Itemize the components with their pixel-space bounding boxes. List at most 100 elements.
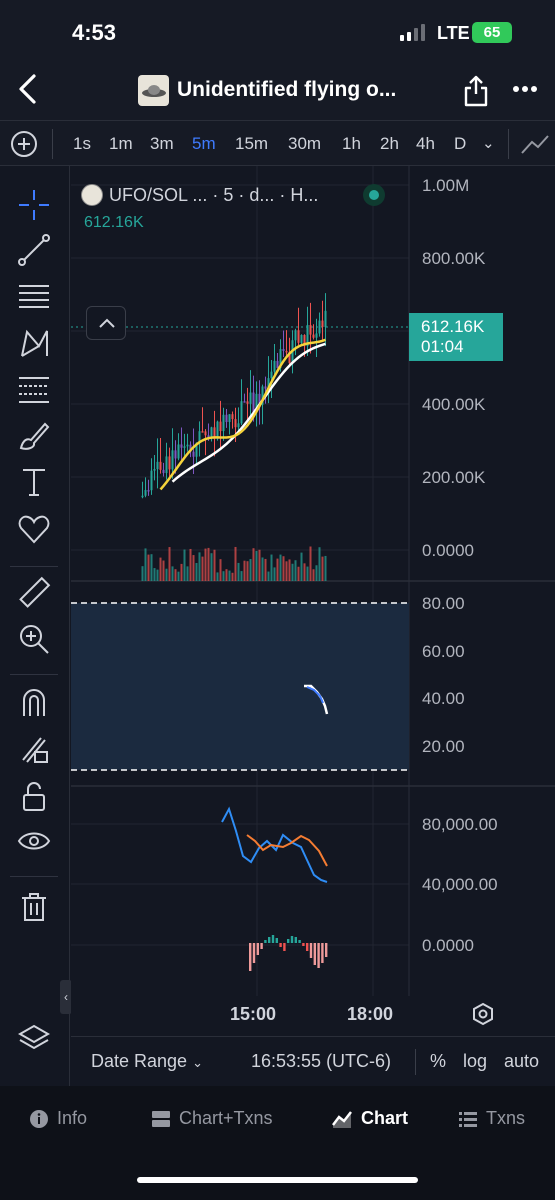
- signal-icon: [400, 24, 425, 41]
- divider: [52, 129, 53, 159]
- crosshair-icon[interactable]: [17, 188, 51, 222]
- layers-icon[interactable]: [17, 1022, 51, 1056]
- horizontal-lines-icon[interactable]: [17, 279, 51, 313]
- rsi-axis-label: 20.00: [422, 737, 465, 756]
- histogram-bar: [294, 937, 297, 943]
- timeframe-1s[interactable]: 1s: [73, 134, 91, 154]
- volume-bar: [279, 554, 282, 581]
- candle-body: [276, 360, 279, 368]
- volume-bar: [222, 571, 225, 581]
- eye-icon[interactable]: [17, 826, 51, 860]
- divider: [415, 1049, 416, 1075]
- brush-icon[interactable]: [17, 418, 51, 452]
- legend-symbol: UFO/SOL ... · 5 · d... · H...: [109, 184, 319, 205]
- share-icon[interactable]: [462, 74, 490, 108]
- split-view-icon: [152, 1110, 170, 1127]
- nav-label: Chart+Txns: [179, 1108, 273, 1128]
- timeframe-bar: 1s 1m 3m 5m 15m 30m 1h 2h 4h D ⌄: [0, 120, 555, 166]
- nav-info[interactable]: Info: [29, 1108, 87, 1129]
- timeframe-1m[interactable]: 1m: [109, 134, 133, 154]
- trash-icon[interactable]: [17, 890, 51, 924]
- token-logo-icon: [138, 75, 169, 106]
- volume-bar: [261, 557, 264, 581]
- histogram-bar: [256, 943, 259, 955]
- timeframe-15m[interactable]: 15m: [235, 134, 268, 154]
- collapse-legend-button[interactable]: [86, 306, 126, 340]
- candle-body: [222, 414, 225, 432]
- histogram-bar: [298, 940, 301, 943]
- divider: [10, 876, 58, 877]
- add-indicator-button[interactable]: [11, 131, 37, 157]
- volume-bar: [198, 552, 201, 581]
- zoom-in-icon[interactable]: [17, 622, 51, 656]
- volume-bar: [291, 563, 294, 581]
- text-tool-icon[interactable]: [17, 465, 51, 499]
- volume-bar: [147, 554, 150, 581]
- pattern-tool-icon[interactable]: [17, 326, 51, 360]
- volume-bar: [213, 549, 216, 581]
- current-time[interactable]: 16:53:55 (UTC-6): [251, 1051, 391, 1072]
- date-range-dropdown[interactable]: Date Range ⌄: [91, 1051, 203, 1072]
- chart-legend[interactable]: UFO/SOL ... · 5 · d... · H...: [81, 184, 318, 206]
- nav-chart[interactable]: Chart: [331, 1108, 408, 1129]
- histogram-bar: [268, 937, 271, 943]
- chevron-down-icon[interactable]: ⌄: [482, 134, 495, 152]
- divider: [10, 674, 58, 675]
- timeframe-d[interactable]: D: [454, 134, 466, 154]
- line-chart-icon[interactable]: [520, 133, 550, 155]
- rsi-band: [71, 603, 409, 770]
- nav-txns[interactable]: Txns: [458, 1108, 525, 1129]
- candle-body: [312, 334, 315, 338]
- nav-label: Txns: [486, 1108, 526, 1128]
- timeframe-3m[interactable]: 3m: [150, 134, 174, 154]
- trend-line-icon[interactable]: [17, 233, 51, 267]
- magnet-icon[interactable]: [17, 686, 51, 720]
- heart-icon[interactable]: [17, 512, 51, 546]
- legend-price: 612.16K: [84, 214, 144, 231]
- timeframe-30m[interactable]: 30m: [288, 134, 321, 154]
- histogram-bar: [260, 943, 263, 949]
- volume-bar: [258, 549, 261, 581]
- timeframe-5m[interactable]: 5m: [192, 134, 216, 154]
- candle-body: [144, 490, 147, 496]
- timeframe-1h[interactable]: 1h: [342, 134, 361, 154]
- candle-body: [324, 310, 327, 327]
- candle-body: [249, 392, 252, 404]
- candle-body: [297, 330, 300, 343]
- volume-bar: [252, 548, 255, 581]
- ma-slow-line: [171, 342, 326, 483]
- chart-canvas[interactable]: [71, 166, 555, 1036]
- percent-scale-button[interactable]: %: [430, 1051, 446, 1072]
- log-scale-button[interactable]: log: [463, 1051, 487, 1072]
- back-button[interactable]: [14, 72, 42, 106]
- chart-footer: Date Range ⌄ 16:53:55 (UTC-6) % log auto: [71, 1036, 555, 1086]
- candle-body: [192, 451, 195, 457]
- ma-fast-line: [159, 338, 326, 491]
- timeframe-2h[interactable]: 2h: [380, 134, 399, 154]
- volume-bar: [321, 556, 324, 581]
- candle-body: [150, 470, 153, 491]
- osc-axis-label: 0.0000: [422, 936, 474, 955]
- candle-body: [141, 495, 144, 498]
- pencil-lock-icon[interactable]: [17, 732, 51, 766]
- volume-bar: [168, 547, 171, 581]
- histogram-bar: [309, 943, 313, 958]
- candle-body: [300, 335, 303, 343]
- chart-area[interactable]: UFO/SOL ... · 5 · d... · H... 612.16K 1.…: [71, 166, 555, 1036]
- volume-bar: [264, 558, 267, 581]
- unlock-icon[interactable]: [17, 780, 51, 814]
- histogram-bar: [313, 943, 316, 965]
- histogram-bar: [283, 943, 286, 951]
- ruler-icon[interactable]: [17, 576, 51, 610]
- nav-chart-txns[interactable]: Chart+Txns: [151, 1108, 273, 1129]
- candle-body: [204, 431, 207, 436]
- info-icon: [30, 1109, 48, 1128]
- more-options-icon[interactable]: [512, 80, 538, 98]
- candle-body: [219, 421, 222, 432]
- chart-settings-icon[interactable]: [471, 1002, 495, 1026]
- timeframe-4h[interactable]: 4h: [416, 134, 435, 154]
- candle-body: [180, 444, 183, 448]
- auto-scale-button[interactable]: auto: [504, 1051, 539, 1072]
- fib-retracement-icon[interactable]: [17, 372, 51, 406]
- volume-bar: [228, 570, 231, 581]
